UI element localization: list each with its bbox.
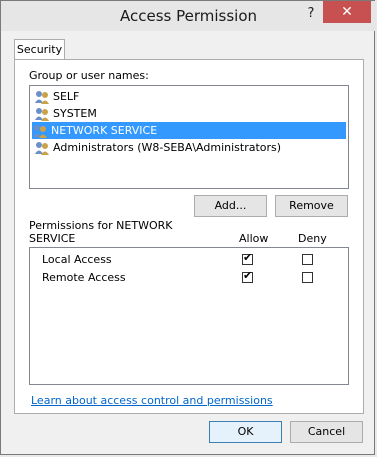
user-group-icon — [34, 89, 50, 105]
close-button[interactable]: ✕ — [323, 1, 371, 23]
user-name: Administrators (W8-SEBA\Administrators) — [53, 141, 282, 154]
allow-checkbox-local-access[interactable]: ✔ — [242, 251, 253, 265]
ok-button[interactable]: OK — [209, 421, 282, 443]
list-item[interactable]: SELF — [34, 88, 79, 105]
user-name: SYSTEM — [53, 107, 97, 120]
permissions-label-subject: SERVICE — [29, 232, 76, 245]
user-name: NETWORK SERVICE — [51, 124, 158, 137]
user-name: SELF — [53, 90, 80, 103]
access-permission-dialog: Access Permission ? ✕ Security Group or … — [0, 0, 376, 455]
cancel-button[interactable]: Cancel — [290, 421, 363, 443]
checkmark-icon: ✔ — [243, 251, 253, 264]
checkmark-icon: ✔ — [243, 269, 253, 282]
user-group-icon — [34, 140, 50, 156]
list-item-selected[interactable]: NETWORK SERVICE — [32, 122, 346, 139]
user-group-icon — [34, 106, 50, 122]
title-bar: Access Permission ? ✕ — [1, 1, 376, 31]
allow-header: Allow — [239, 232, 269, 245]
deny-header: Deny — [298, 232, 327, 245]
add-button[interactable]: Add... — [194, 195, 267, 217]
list-item[interactable]: Administrators (W8-SEBA\Administrators) — [34, 139, 281, 156]
permission-name: Remote Access — [42, 271, 126, 284]
permissions-list: Local Access ✔ Remote Access ✔ — [29, 247, 349, 385]
access-control-help-link[interactable]: Learn about access control and permissio… — [31, 394, 273, 407]
tab-security[interactable]: Security — [14, 39, 65, 60]
remove-button[interactable]: Remove — [275, 195, 348, 217]
group-label: Group or user names: — [29, 69, 149, 82]
permissions-label: Permissions for NETWORK — [29, 219, 173, 232]
deny-checkbox-remote-access[interactable] — [302, 272, 313, 283]
user-group-icon — [32, 123, 48, 139]
help-button[interactable]: ? — [301, 5, 321, 23]
user-list[interactable]: SELF SYSTEM NETWORK SERVICE Administrato… — [29, 85, 349, 189]
deny-checkbox-local-access[interactable] — [302, 254, 313, 265]
allow-checkbox-remote-access[interactable]: ✔ — [242, 269, 253, 283]
permission-name: Local Access — [42, 253, 112, 266]
list-item[interactable]: SYSTEM — [34, 105, 97, 122]
